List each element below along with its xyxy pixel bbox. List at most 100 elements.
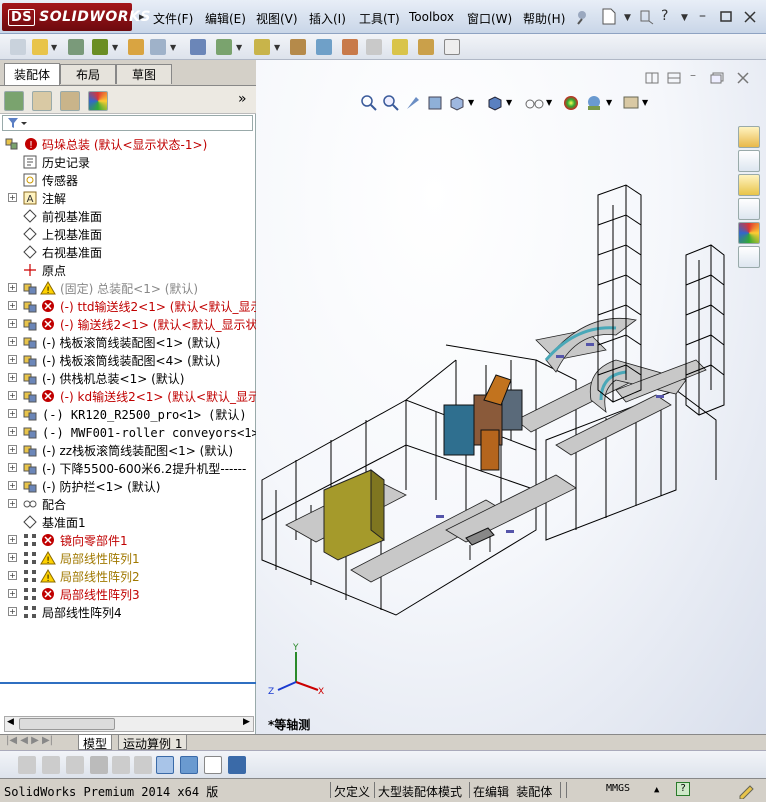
tree-item[interactable]: + A 注解 bbox=[0, 189, 256, 207]
instant3d-icon[interactable] bbox=[444, 39, 460, 55]
expand-toggle-icon[interactable]: + bbox=[8, 481, 17, 490]
cube-view-icon[interactable] bbox=[180, 756, 198, 774]
view-palette-icon[interactable] bbox=[738, 198, 760, 220]
close-button[interactable] bbox=[744, 11, 756, 23]
graphics-minimize-button[interactable]: – bbox=[690, 68, 696, 82]
feature-manager-icon[interactable] bbox=[4, 91, 24, 111]
save-view-icon[interactable] bbox=[228, 756, 246, 774]
section-view-icon[interactable] bbox=[426, 94, 444, 112]
expand-toggle-icon[interactable]: + bbox=[8, 571, 17, 580]
new-part-icon[interactable] bbox=[10, 39, 26, 55]
menu-expand-arrow[interactable]: ▸ bbox=[139, 10, 145, 23]
custom-properties-icon[interactable] bbox=[738, 246, 760, 268]
expand-toggle-icon[interactable]: + bbox=[8, 589, 17, 598]
tree-item[interactable]: 原点 bbox=[0, 261, 256, 279]
expand-toggle-icon[interactable]: + bbox=[8, 391, 17, 400]
configuration-manager-icon[interactable] bbox=[60, 91, 80, 111]
expand-toggle-icon[interactable]: + bbox=[8, 553, 17, 562]
insert-components-icon[interactable] bbox=[32, 39, 48, 55]
split-view-icon[interactable] bbox=[645, 72, 659, 84]
solidworks-logo[interactable]: DS SOLIDWORKS bbox=[2, 3, 150, 31]
tree-item[interactable]: + (-) MWF001-roller conveyors<1> (默认 bbox=[0, 423, 256, 441]
settings-dropdown-arrow[interactable]: ▼ bbox=[642, 98, 648, 107]
tree-item[interactable]: + (-) KR120_R2500_pro<1> (默认) bbox=[0, 405, 256, 423]
apply-scene-icon[interactable] bbox=[584, 94, 604, 112]
hide-show-items-icon[interactable] bbox=[524, 94, 546, 112]
design-library-icon[interactable] bbox=[738, 150, 760, 172]
component-icon[interactable] bbox=[42, 756, 60, 774]
filter-input[interactable] bbox=[2, 115, 253, 131]
scrollbar-thumb[interactable] bbox=[19, 718, 115, 730]
scroll-left-arrow[interactable]: ◀ bbox=[7, 717, 14, 727]
scene-dropdown-arrow[interactable]: ▼ bbox=[606, 98, 612, 107]
tree-horizontal-scrollbar[interactable]: ◀ ▶ bbox=[4, 716, 254, 732]
move-dropdown-arrow[interactable]: ▼ bbox=[170, 43, 176, 52]
chart-view-icon[interactable] bbox=[156, 756, 174, 774]
tree-item[interactable]: 历史记录 bbox=[0, 153, 256, 171]
view-settings-icon[interactable] bbox=[622, 94, 640, 112]
tree-item[interactable]: 右视基准面 bbox=[0, 243, 256, 261]
status-units[interactable]: MMGS bbox=[606, 783, 630, 794]
appearances-icon[interactable] bbox=[738, 222, 760, 244]
pencil-icon[interactable] bbox=[738, 783, 756, 799]
display-manager-icon[interactable] bbox=[88, 91, 108, 111]
tree-item[interactable]: + (-) 下降5500-600米6.2提升机型------ bbox=[0, 459, 256, 477]
list-icon[interactable] bbox=[90, 756, 108, 774]
tree-item[interactable]: 基准面1 bbox=[0, 513, 256, 531]
previous-view-icon[interactable] bbox=[404, 94, 422, 112]
bill-of-materials-icon[interactable] bbox=[316, 39, 332, 55]
clearance-verification-icon[interactable] bbox=[418, 39, 434, 55]
tree-item[interactable]: 上视基准面 bbox=[0, 225, 256, 243]
insert-dropdown-arrow[interactable]: ▼ bbox=[51, 43, 57, 52]
hide-dropdown-arrow[interactable]: ▼ bbox=[546, 98, 552, 107]
graphics-area[interactable]: – Y X Z bbox=[256, 60, 766, 734]
mate-icon[interactable] bbox=[68, 39, 84, 55]
table-icon[interactable] bbox=[204, 756, 222, 774]
tree-item[interactable]: + (-) 防护栏<1> (默认) bbox=[0, 477, 256, 495]
minimize-button[interactable]: – bbox=[699, 8, 706, 24]
search-commands-icon[interactable] bbox=[640, 9, 654, 25]
display-dropdown-arrow[interactable]: ▼ bbox=[506, 98, 512, 107]
expand-toggle-icon[interactable]: + bbox=[8, 463, 17, 472]
grid-icon[interactable] bbox=[112, 756, 130, 774]
units-dropdown-arrow[interactable]: ▲ bbox=[654, 785, 659, 795]
reference-dropdown-arrow[interactable]: ▼ bbox=[274, 43, 280, 52]
interference-detection-icon[interactable] bbox=[392, 39, 408, 55]
tab-motion-study[interactable]: 运动算例 1 bbox=[118, 735, 188, 751]
property-manager-icon[interactable] bbox=[32, 91, 52, 111]
tree-item[interactable]: + (-) 栈板滚筒线装配图<4> (默认) bbox=[0, 351, 256, 369]
expand-toggle-icon[interactable]: + bbox=[8, 337, 17, 346]
tree-item[interactable]: + 配合 bbox=[0, 495, 256, 513]
layer-icon[interactable] bbox=[18, 756, 36, 774]
maximize-button[interactable] bbox=[720, 11, 732, 22]
scroll-right-arrow[interactable]: ▶ bbox=[243, 717, 250, 727]
menu-file[interactable]: 文件(F) bbox=[153, 10, 193, 27]
move-component-icon[interactable] bbox=[150, 39, 166, 55]
tree-item[interactable]: + 镜向零部件1 bbox=[0, 531, 256, 549]
tab-scroll-arrows[interactable]: |◀ ◀ ▶ ▶| bbox=[6, 735, 53, 746]
align-icon[interactable] bbox=[134, 756, 152, 774]
menu-help[interactable]: 帮助(H) bbox=[523, 10, 565, 27]
display-style-icon[interactable] bbox=[486, 94, 504, 112]
tab-sketch[interactable]: 草图 bbox=[116, 64, 172, 84]
graphics-restore-button[interactable] bbox=[710, 72, 724, 84]
tree-item[interactable]: 前视基准面 bbox=[0, 207, 256, 225]
pattern-dropdown-arrow[interactable]: ▼ bbox=[112, 43, 118, 52]
tree-item[interactable]: + (-) ttd输送线2<1> (默认<默认_显示 bbox=[0, 297, 256, 315]
expand-toggle-icon[interactable]: + bbox=[8, 535, 17, 544]
expand-toggle-icon[interactable]: + bbox=[8, 193, 17, 202]
explode-line-sketch-icon[interactable] bbox=[366, 39, 382, 55]
graphics-close-button[interactable] bbox=[737, 72, 749, 84]
tab-model[interactable]: 模型 bbox=[78, 735, 113, 751]
tree-item[interactable]: +! 局部线性阵列2 bbox=[0, 567, 256, 585]
help-dropdown-arrow[interactable]: ▼ bbox=[681, 13, 688, 23]
tree-item[interactable]: + 局部线性阵列3 bbox=[0, 585, 256, 603]
tab-assembly[interactable]: 装配体 bbox=[4, 63, 60, 85]
expand-toggle-icon[interactable]: + bbox=[8, 355, 17, 364]
tree-item[interactable]: + 局部线性阵列4 bbox=[0, 603, 256, 621]
tree-item[interactable]: + (-) zz栈板滚筒线装配图<1> (默认) bbox=[0, 441, 256, 459]
new-motion-study-icon[interactable] bbox=[290, 39, 306, 55]
smart-fasteners-icon[interactable] bbox=[128, 39, 144, 55]
status-help-button[interactable]: ? bbox=[676, 782, 690, 796]
tree-item[interactable]: + (-) 输送线2<1> (默认<默认_显示状 bbox=[0, 315, 256, 333]
